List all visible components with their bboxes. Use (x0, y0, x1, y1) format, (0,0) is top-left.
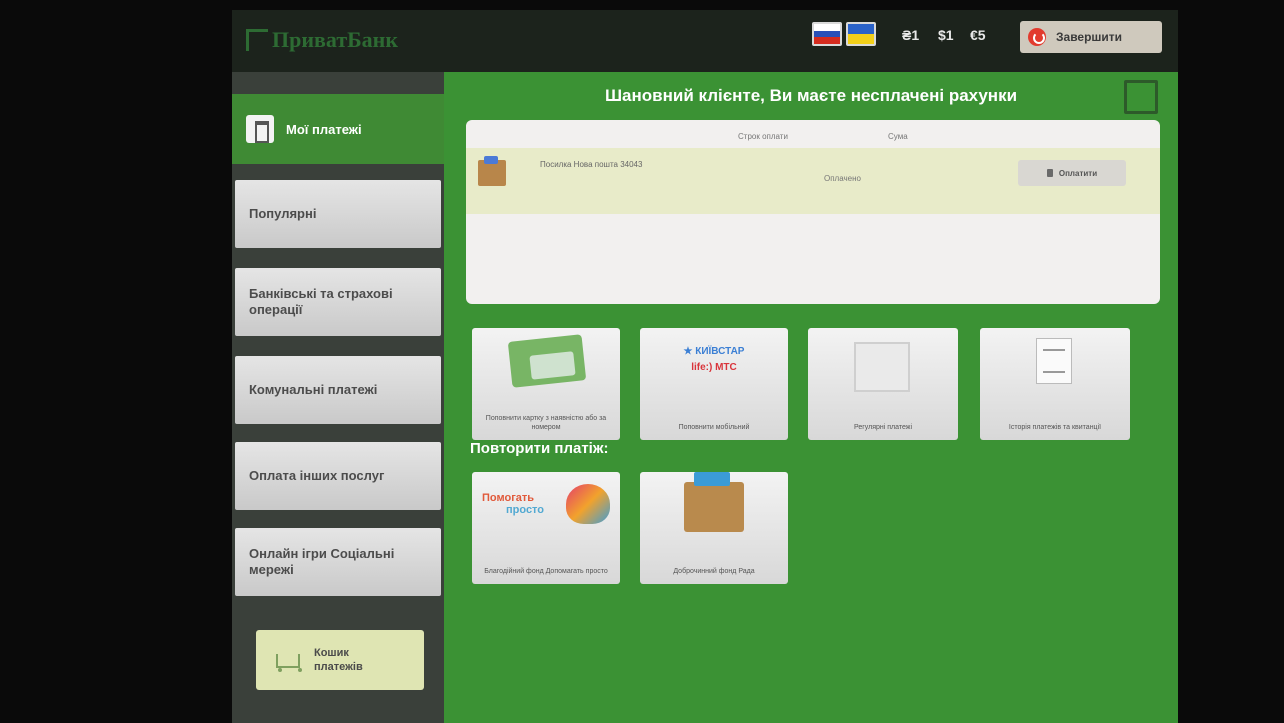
top-up-mobile-tile[interactable]: ★ КИЇВСТАР life:) МТС Поповнити мобільни… (640, 328, 788, 440)
column-header-due-date: Строк оплати (738, 132, 788, 141)
sidebar-item-online-games[interactable]: Онлайн ігри Соціальні мережі (235, 528, 441, 596)
language-switch (812, 22, 876, 46)
terminal-icon (246, 115, 274, 143)
sidebar-item-utilities[interactable]: Комунальні платежі (235, 356, 441, 424)
unpaid-bills-table: Строк оплати Сума Посилка Нова пошта 340… (466, 120, 1160, 304)
currency-eur: €5 (970, 27, 986, 43)
tile-label: Регулярні платежі (853, 424, 913, 431)
top-bar: ПриватБанк ₴1 $1 €5 Завершити (232, 10, 1178, 72)
repeat-rada-tile[interactable]: Доброчинний фонд Рада (640, 472, 788, 584)
bill-name: Посилка Нова пошта 34043 (540, 160, 643, 169)
table-row[interactable]: Посилка Нова пошта 34043 Оплачено Оплати… (466, 148, 1160, 214)
currency-usd: $1 (938, 27, 954, 43)
bill-status: Оплачено (824, 174, 861, 183)
logo-text: ПриватБанк (272, 27, 399, 52)
sidebar-item-label: Популярні (249, 206, 317, 221)
sidebar-item-label: Оплата інших послуг (249, 468, 385, 483)
wallet-icon (1046, 169, 1053, 177)
sidebar-item-label: Банківські та страхові операції (249, 286, 393, 317)
sidebar: Мої платежі Популярні Банківські та стра… (232, 72, 444, 723)
top-up-card-tile[interactable]: Поповнити картку з наявністю або за номе… (472, 328, 620, 440)
logo-mark-icon (246, 29, 268, 51)
repeat-charity-tile[interactable]: Помогать просто Благодійний фонд Допомаг… (472, 472, 620, 584)
parcel-icon (478, 156, 506, 186)
sidebar-item-popular[interactable]: Популярні (235, 180, 441, 248)
tile-label: Благодійний фонд Допомагать просто (484, 568, 608, 575)
page-title: Шановний клієнте, Ви маєте несплачені ра… (604, 86, 1018, 105)
sidebar-item-label: Мої платежі (286, 121, 362, 137)
sidebar-item-label: Онлайн ігри Соціальні мережі (249, 546, 395, 577)
privatbank-logo: ПриватБанк (246, 24, 398, 56)
operator-kyivstar: ★ КИЇВСТАР (683, 346, 745, 357)
finish-button[interactable]: Завершити (1020, 21, 1162, 53)
russian-flag-icon[interactable] (812, 22, 842, 46)
pay-button-label: Оплатити (1058, 168, 1098, 178)
calendar-icon (854, 342, 910, 392)
window-corner-icon (1124, 80, 1158, 114)
parcel-box-icon (684, 472, 744, 532)
table-header: Строк оплати Сума (466, 128, 1160, 146)
sidebar-item-label: Комунальні платежі (249, 382, 378, 397)
column-header-amount: Сума (888, 132, 908, 141)
card-icon (507, 334, 587, 388)
sidebar-item-other-services[interactable]: Оплата інших послуг (235, 442, 441, 510)
atm-screen: ПриватБанк ₴1 $1 €5 Завершити Мої платеж… (232, 10, 1178, 723)
heart-icon (566, 484, 610, 524)
charity-logo-text: Помогать просто (482, 492, 544, 516)
repeat-payment-heading: Повторити платіж: (470, 440, 609, 457)
charity-logo-line1: Помогать (482, 492, 535, 504)
regular-payments-tile[interactable]: Регулярні платежі (808, 328, 958, 440)
cart-label: Кошик платежів (314, 647, 363, 673)
main-panel: Шановний клієнте, Ви маєте несплачені ра… (444, 72, 1178, 723)
finish-button-label: Завершити (1056, 30, 1123, 44)
power-icon (1028, 28, 1046, 46)
ukrainian-flag-icon[interactable] (846, 22, 876, 46)
payment-history-tile[interactable]: Історія платежів та квитанції (980, 328, 1130, 440)
sidebar-item-my-payments[interactable]: Мої платежі (232, 94, 444, 164)
pay-button[interactable]: Оплатити (1018, 160, 1126, 186)
sidebar-item-banking[interactable]: Банківські та страхові операції (235, 268, 441, 336)
currency-uah: ₴1 (902, 27, 920, 43)
tile-label: Доброчинний фонд Рада (673, 568, 755, 575)
tile-label: Поповнити мобільний (678, 424, 750, 431)
document-icon (1036, 338, 1072, 384)
operator-life-mts: life:) МТС (691, 362, 737, 373)
payment-cart-button[interactable]: Кошик платежів (256, 630, 424, 690)
cart-icon (270, 646, 302, 674)
tile-label: Історія платежів та квитанції (1008, 424, 1102, 431)
charity-logo-line2: просто (506, 504, 545, 516)
mobile-operators-icon: ★ КИЇВСТАР life:) МТС (650, 344, 778, 376)
tile-label: Поповнити картку з наявністю або за номе… (485, 415, 607, 431)
charity-heart-icon: Помогать просто (482, 484, 610, 536)
